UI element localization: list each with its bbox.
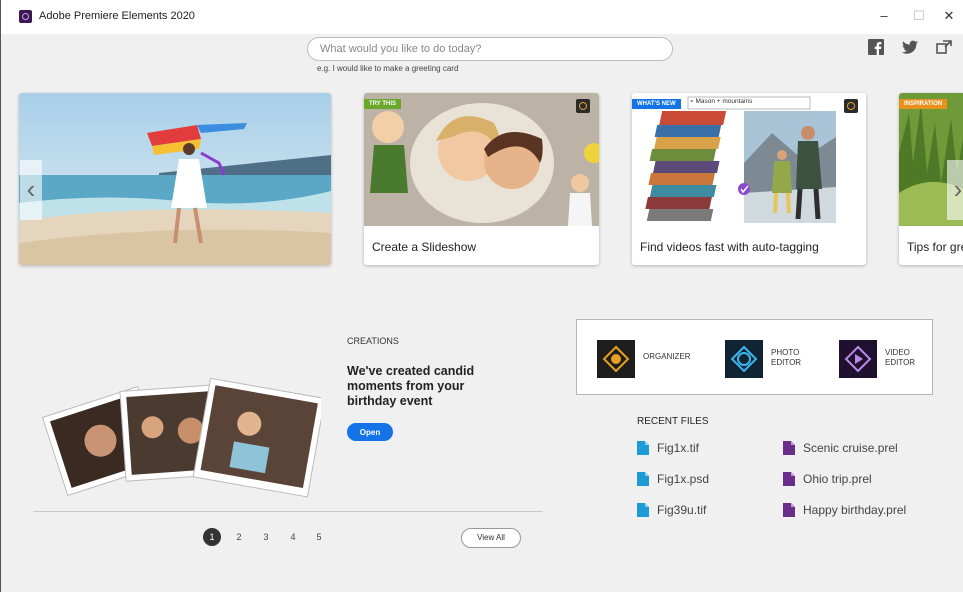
- inspiration-badge: INSPIRATION: [899, 99, 948, 109]
- view-all-button[interactable]: View All: [461, 528, 521, 548]
- window-title: Adobe Premiere Elements 2020: [39, 10, 195, 22]
- section-divider: [33, 511, 543, 512]
- try-this-badge: TRY THIS: [364, 99, 402, 109]
- premiere-file-icon: [783, 441, 795, 455]
- birthday-photo-stack: [41, 377, 321, 498]
- viewed-eye-icon: [576, 99, 590, 113]
- share-icon[interactable]: [935, 38, 953, 56]
- card-caption: Find videos fast with auto-tagging: [640, 240, 819, 254]
- premiere-file-icon: [783, 503, 795, 517]
- beach-photo: [19, 93, 331, 265]
- photo-editor-icon: [725, 340, 763, 378]
- app-launcher-panel: ORGANIZER PHOTO EDITOR VIDEO EDITOR: [576, 319, 933, 395]
- tag-search-text: ⌕ Mason + mountains: [690, 98, 753, 105]
- page-1-button[interactable]: 1: [203, 528, 221, 546]
- carousel-card-beach[interactable]: [19, 93, 331, 265]
- title-bar: Adobe Premiere Elements 2020 – ☐ ✕: [1, 0, 963, 34]
- recent-files-title: RECENT FILES: [637, 416, 709, 427]
- facebook-icon[interactable]: [867, 38, 885, 56]
- twitter-icon[interactable]: [901, 38, 919, 56]
- premiere-elements-logo-icon: [19, 10, 32, 23]
- page-2-button[interactable]: 2: [230, 528, 248, 546]
- video-editor-icon: [839, 340, 877, 378]
- carousel-prev-button[interactable]: ‹: [20, 160, 42, 220]
- slideshow-thumbnail: [364, 93, 599, 226]
- carousel-card-slideshow[interactable]: TRY THIS Create a Slideshow: [364, 93, 599, 265]
- creations-label: CREATIONS: [347, 336, 399, 346]
- photoshop-file-icon: [637, 441, 649, 455]
- close-button[interactable]: ✕: [934, 6, 963, 26]
- magnifier-icon: ⌕: [690, 98, 694, 105]
- organizer-launcher[interactable]: ORGANIZER: [597, 340, 707, 380]
- photoshop-file-icon: [637, 503, 649, 517]
- premiere-file-icon: [783, 472, 795, 486]
- card-caption: Create a Slideshow: [372, 240, 477, 254]
- page-4-button[interactable]: 4: [284, 528, 302, 546]
- minimize-button[interactable]: –: [869, 6, 899, 26]
- card-caption: Tips for gre: [907, 240, 963, 254]
- viewed-eye-icon: [844, 99, 858, 113]
- organizer-label: ORGANIZER: [643, 352, 691, 361]
- chevron-left-icon: ‹: [26, 174, 36, 204]
- organizer-icon: [597, 340, 635, 378]
- open-creation-button[interactable]: Open: [347, 423, 393, 441]
- video-editor-launcher[interactable]: VIDEO EDITOR: [839, 340, 929, 380]
- auto-tagging-thumbnail: [632, 93, 866, 226]
- chevron-right-icon: ›: [953, 174, 963, 204]
- creations-headline: We've created candid moments from your b…: [347, 364, 475, 408]
- photo-editor-label: PHOTO EDITOR: [771, 348, 802, 367]
- photoshop-file-icon: [637, 472, 649, 486]
- photo-editor-launcher[interactable]: PHOTO EDITOR: [725, 340, 825, 380]
- page-3-button[interactable]: 3: [257, 528, 275, 546]
- app-window: Adobe Premiere Elements 2020 – ☐ ✕ e.g. …: [0, 0, 963, 592]
- whats-new-badge: WHAT'S NEW: [632, 99, 681, 109]
- video-editor-label: VIDEO EDITOR: [885, 348, 916, 367]
- carousel-next-button[interactable]: ›: [947, 160, 963, 220]
- search-hint: e.g. I would like to make a greeting car…: [317, 64, 459, 73]
- carousel-card-auto-tagging[interactable]: WHAT'S NEW ⌕ Mason + mountains Find vide…: [632, 93, 866, 265]
- page-5-button[interactable]: 5: [310, 528, 328, 546]
- maximize-button[interactable]: ☐: [904, 6, 934, 26]
- search-input[interactable]: [307, 37, 673, 61]
